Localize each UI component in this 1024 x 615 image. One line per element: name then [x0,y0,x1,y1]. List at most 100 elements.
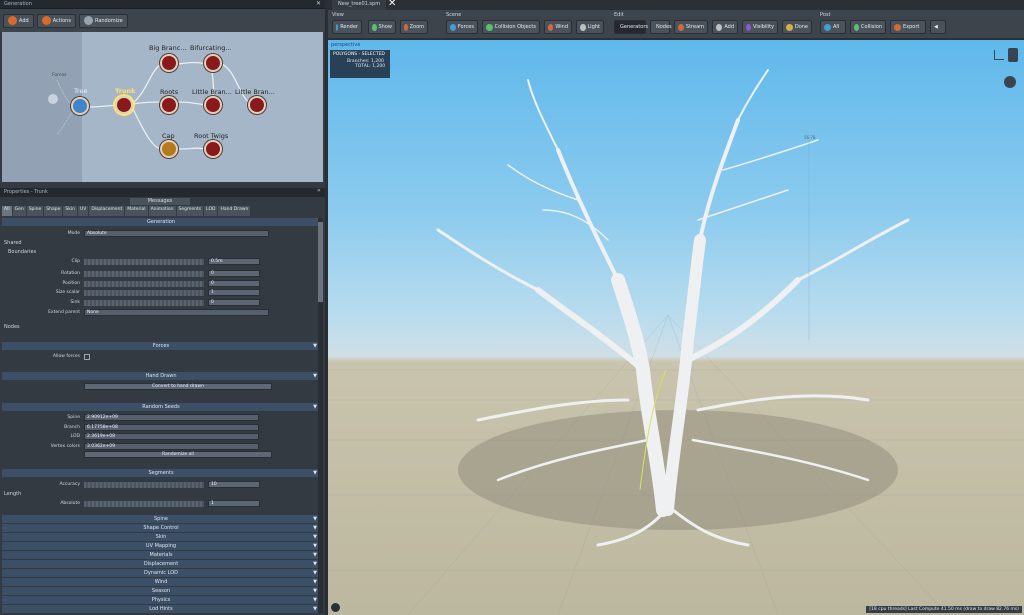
export-button[interactable]: Export [890,20,926,34]
document-tab[interactable]: New_tree01.spm [332,0,387,10]
properties-scrollbar[interactable] [318,218,323,613]
add-button[interactable]: Add [712,20,738,34]
scene-group-label: Scene [446,12,462,18]
visibility-button[interactable]: Visibility [742,20,778,34]
randomize-button[interactable]: Randomize [78,13,128,28]
generation-section[interactable]: Generation [2,218,320,226]
bifurcating-node[interactable] [204,54,222,72]
tab-skin[interactable]: Skin [63,206,77,216]
param-value[interactable]: 1 [208,289,260,296]
camera-icon[interactable] [1008,48,1018,62]
tab-shape[interactable]: Shape [44,206,63,216]
cap-node[interactable] [160,140,178,158]
tab-material[interactable]: Material [125,206,148,216]
param-value[interactable]: 0 [208,279,260,287]
section-physics[interactable]: Physics ▼ [2,596,320,604]
root-twigs-node[interactable] [204,140,222,158]
absolute-value[interactable]: 1 [208,500,260,507]
little-branches-1-node[interactable] [204,96,222,114]
stream-button[interactable]: Stream [674,20,708,34]
tab-hand-drawn[interactable]: Hand Drawn [218,206,251,216]
done-button[interactable]: Done [782,20,812,34]
random-seeds-section[interactable]: Random Seeds ▼ [2,403,320,411]
viewport-mode-label[interactable]: perspective [331,42,360,48]
section-dynamic-lod[interactable]: Dynamic LOD ▼ [2,569,320,577]
section-lod-hints[interactable]: Lod Hints ▼ [2,605,320,613]
collision-objects-button[interactable]: Collision Objects [482,20,540,34]
view-group-label: View [332,12,344,18]
show-button[interactable]: Show [368,20,396,34]
render-button[interactable]: Render [332,20,362,34]
back-arrow-icon[interactable]: ◀ [930,20,946,34]
zoom-button[interactable]: Zoom [400,20,428,34]
section-materials[interactable]: Materials ▼ [2,551,320,559]
randomize-all-button[interactable]: Randomize all [84,451,272,458]
mode-select[interactable]: Absolute [84,230,269,237]
seed-value[interactable]: 2.3619e+08 [84,433,259,440]
segments-section[interactable]: Segments ▼ [2,469,320,477]
tree-node[interactable] [71,97,89,115]
forces-button[interactable]: Forces [446,20,478,34]
convert-to-hand-drawn-button[interactable]: Convert to hand drawn [84,383,272,390]
visibility-icon [746,23,752,31]
param-value[interactable]: 0 [208,270,260,277]
section-wind[interactable]: Wind ▼ [2,578,320,586]
roots-node[interactable] [160,96,178,114]
seed-value[interactable]: 2.90912e+09 [84,414,259,421]
param-value[interactable]: 0 [208,298,260,306]
section-shape-control[interactable]: Shape Control ▼ [2,524,320,532]
clip-slider[interactable] [84,259,204,265]
all-button[interactable]: All [820,20,846,34]
forces-section[interactable]: Forces ▼ [2,342,320,350]
hand-drawn-section[interactable]: Hand Drawn ▼ [2,372,320,380]
absolute-row: Absolute 1 [2,500,320,508]
close-icon[interactable]: ✕ [317,188,321,194]
section-skin[interactable]: Skin ▼ [2,533,320,541]
tab-lod[interactable]: LOD [204,206,218,216]
3d-viewport[interactable]: perspective POLYGONS - SELECTED Branches… [328,40,1024,615]
section-uv-mapping[interactable]: UV Mapping ▼ [2,542,320,550]
param-slider[interactable] [84,280,204,287]
tab-uv[interactable]: UV [77,206,89,216]
param-slider[interactable] [84,271,204,277]
section-spine[interactable]: Spine ▼ [2,515,320,523]
tab-segments[interactable]: Segments [176,206,204,216]
seed-row: LOD 2.3619e+08 [2,433,320,441]
viewport-options-icon[interactable] [331,603,340,612]
forces-node[interactable] [48,94,58,104]
clip-value[interactable]: 0.5m [208,258,260,265]
section-season[interactable]: Season ▼ [2,587,320,595]
nodes-button[interactable]: Nodes [650,20,672,34]
close-tab-icon[interactable]: ✕ [388,0,396,9]
wind-button[interactable]: Wind [544,20,572,34]
accuracy-value[interactable]: 10 [208,481,260,488]
add-button[interactable]: Add [3,13,34,28]
accuracy-slider[interactable] [84,482,204,488]
tab-gen[interactable]: Gen [12,206,26,216]
close-icon[interactable]: ✕ [316,0,321,7]
extend-parent-select[interactable]: None [84,309,269,316]
big-branches-node[interactable] [160,54,178,72]
allow-forces-checkbox[interactable] [84,354,90,360]
light-button[interactable]: Light [576,20,604,34]
generation-graph[interactable]: Forces Tree Trunk Big Branc... Bifurcati… [2,32,323,182]
seed-value[interactable]: 6.17758e+08 [84,423,259,431]
tab-spine[interactable]: Spine [26,206,44,216]
actions-button[interactable]: Actions [36,13,76,28]
render-icon [336,23,339,31]
generators-button[interactable]: Generators [614,20,648,34]
param-slider[interactable] [84,299,204,306]
tab-all[interactable]: All [2,206,12,216]
scrollbar-thumb[interactable] [318,222,323,302]
tab-animation[interactable]: Animation [148,206,176,216]
param-slider[interactable] [84,290,204,296]
section-displacement[interactable]: Displacement ▼ [2,560,320,568]
tab-displacement[interactable]: Displacement [89,206,125,216]
seed-value[interactable]: 3.0362e+09 [84,442,259,450]
messages-button[interactable]: Messages [130,198,190,205]
wind-gizmo-icon[interactable] [1004,76,1016,88]
little-branches-2-node[interactable] [248,96,266,114]
absolute-slider[interactable] [84,501,204,507]
trunk-node[interactable] [115,96,133,114]
collision-button[interactable]: Collision [850,20,886,34]
